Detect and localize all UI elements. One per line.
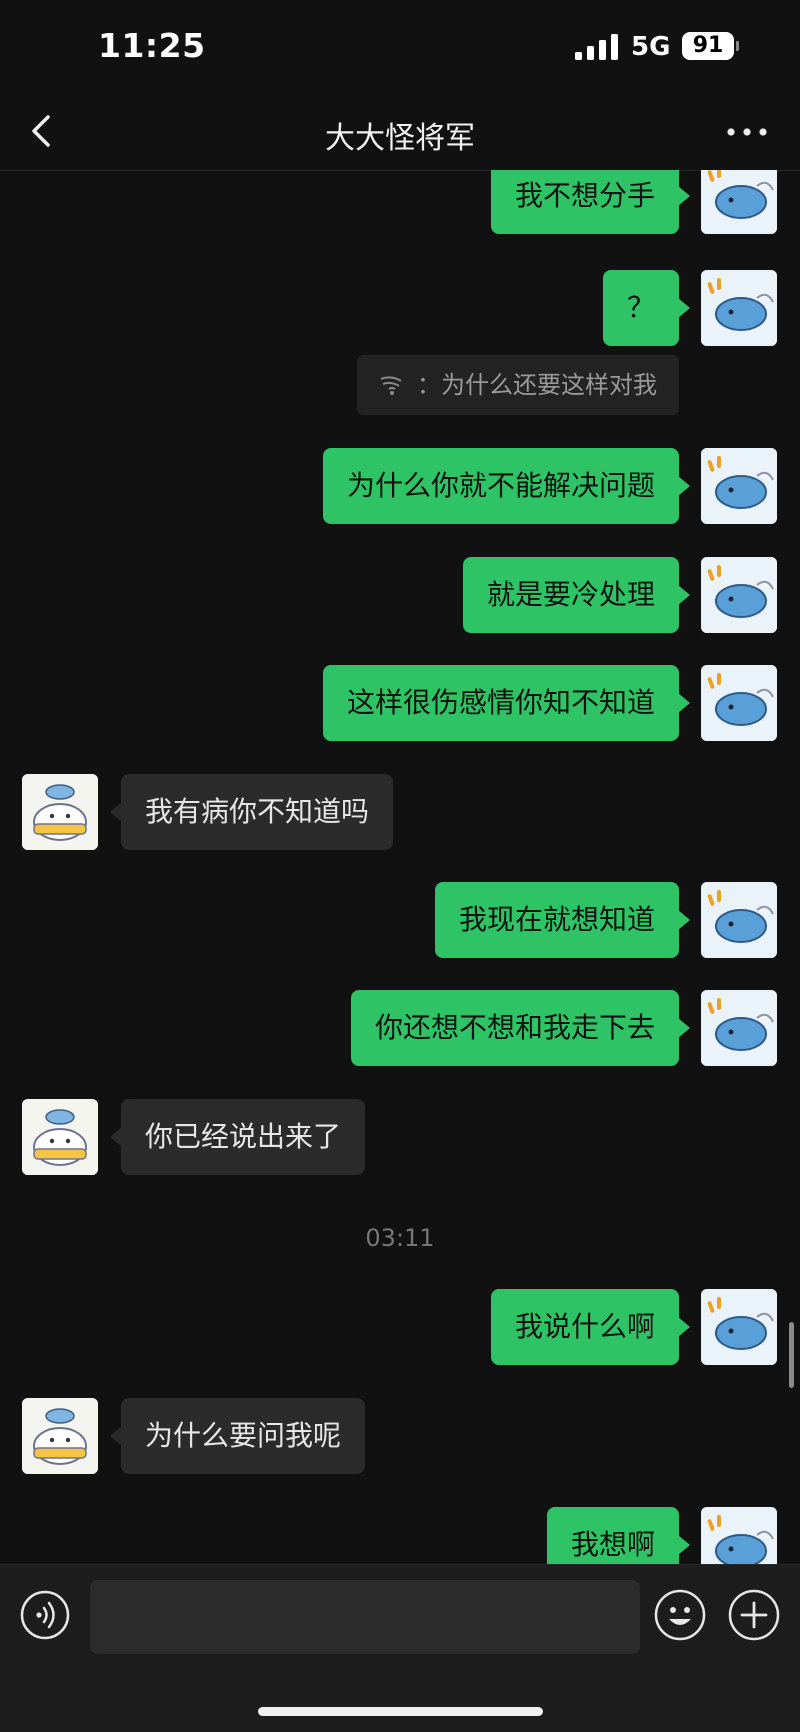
status-bar: 11:25 5G 91 (0, 0, 800, 95)
my-avatar[interactable] (701, 270, 777, 346)
more-options-icon[interactable] (722, 117, 772, 147)
outgoing-message[interactable]: ？ (602, 270, 691, 346)
battery-tip (736, 41, 739, 51)
quoted-message[interactable]: ：为什么还要这样对我 (357, 355, 679, 415)
outgoing-message[interactable]: 我想啊 (546, 1507, 691, 1564)
battery-level: 91 (692, 33, 724, 58)
my-avatar[interactable] (701, 990, 777, 1066)
my-avatar[interactable] (701, 1507, 777, 1564)
contact-avatar[interactable] (22, 774, 98, 850)
outgoing-message[interactable]: 我说什么啊 (490, 1289, 691, 1365)
network-type: 5G (631, 32, 671, 62)
status-time: 11:25 (98, 26, 206, 65)
message-list[interactable]: 我不想分手 ？ ：为什么还要这样对我 为什么你就不能解决问题 就是要冷处理 这样… (0, 170, 800, 1564)
message-timestamp: 03:11 (365, 1224, 435, 1252)
quote-sender-icon (380, 376, 402, 395)
battery-icon: 91 (682, 32, 734, 60)
my-avatar[interactable] (701, 448, 777, 524)
plus-icon[interactable] (728, 1589, 780, 1641)
my-avatar[interactable] (701, 882, 777, 958)
outgoing-message[interactable]: 这样很伤感情你知不知道 (322, 665, 691, 741)
scrollbar[interactable] (789, 1322, 794, 1388)
incoming-message[interactable]: 为什么要问我呢 (109, 1398, 366, 1474)
outgoing-message[interactable]: 就是要冷处理 (462, 557, 691, 633)
signal-icon (575, 34, 618, 60)
emoji-icon[interactable] (654, 1589, 706, 1641)
incoming-message[interactable]: 我有病你不知道吗 (109, 774, 394, 850)
incoming-message[interactable]: 你已经说出来了 (109, 1099, 366, 1175)
input-bar (0, 1564, 800, 1732)
my-avatar[interactable] (701, 1289, 777, 1365)
voice-input-icon[interactable] (20, 1590, 70, 1640)
chat-header: 大大怪将军 (0, 95, 800, 171)
home-indicator[interactable] (258, 1707, 543, 1716)
chat-title: 大大怪将军 (325, 121, 475, 156)
quoted-text: ：为什么还要这样对我 (417, 371, 657, 399)
my-avatar[interactable] (701, 170, 777, 234)
contact-avatar[interactable] (22, 1398, 98, 1474)
my-avatar[interactable] (701, 665, 777, 741)
my-avatar[interactable] (701, 557, 777, 633)
outgoing-message[interactable]: 我现在就想知道 (434, 882, 691, 958)
outgoing-message[interactable]: 为什么你就不能解决问题 (322, 448, 691, 524)
outgoing-message[interactable]: 我不想分手 (490, 170, 691, 234)
outgoing-message[interactable]: 你还想不想和我走下去 (350, 990, 691, 1066)
message-input[interactable] (90, 1580, 640, 1654)
contact-avatar[interactable] (22, 1099, 98, 1175)
